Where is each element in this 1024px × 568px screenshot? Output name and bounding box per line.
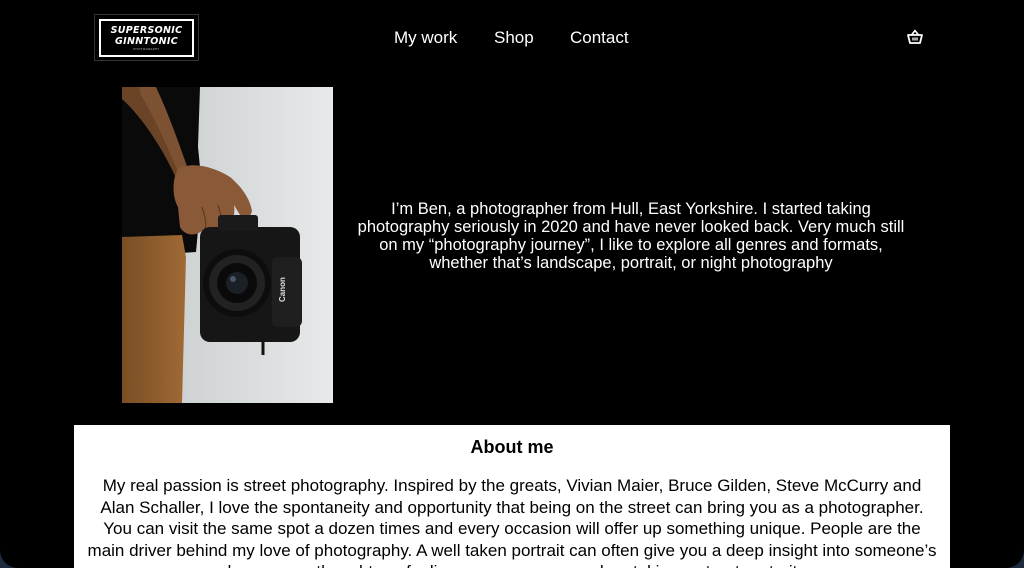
- nav-shop[interactable]: Shop: [494, 27, 534, 49]
- nav-my-work[interactable]: My work: [394, 27, 457, 49]
- about-body: My real passion is street photography. I…: [87, 476, 937, 568]
- about-heading: About me: [470, 437, 554, 457]
- main-nav: My work Shop Contact: [0, 27, 1024, 49]
- basket-icon[interactable]: [906, 29, 924, 45]
- page: SUPERSONIC GINNTONIC PHOTOGRAPHY My work…: [0, 0, 1024, 568]
- about-section: About me My real passion is street photo…: [74, 425, 950, 568]
- nav-contact[interactable]: Contact: [570, 27, 629, 49]
- hero-photo: Canon: [122, 87, 333, 403]
- svg-text:Canon: Canon: [278, 277, 287, 302]
- intro-text: I’m Ben, a photographer from Hull, East …: [357, 200, 905, 272]
